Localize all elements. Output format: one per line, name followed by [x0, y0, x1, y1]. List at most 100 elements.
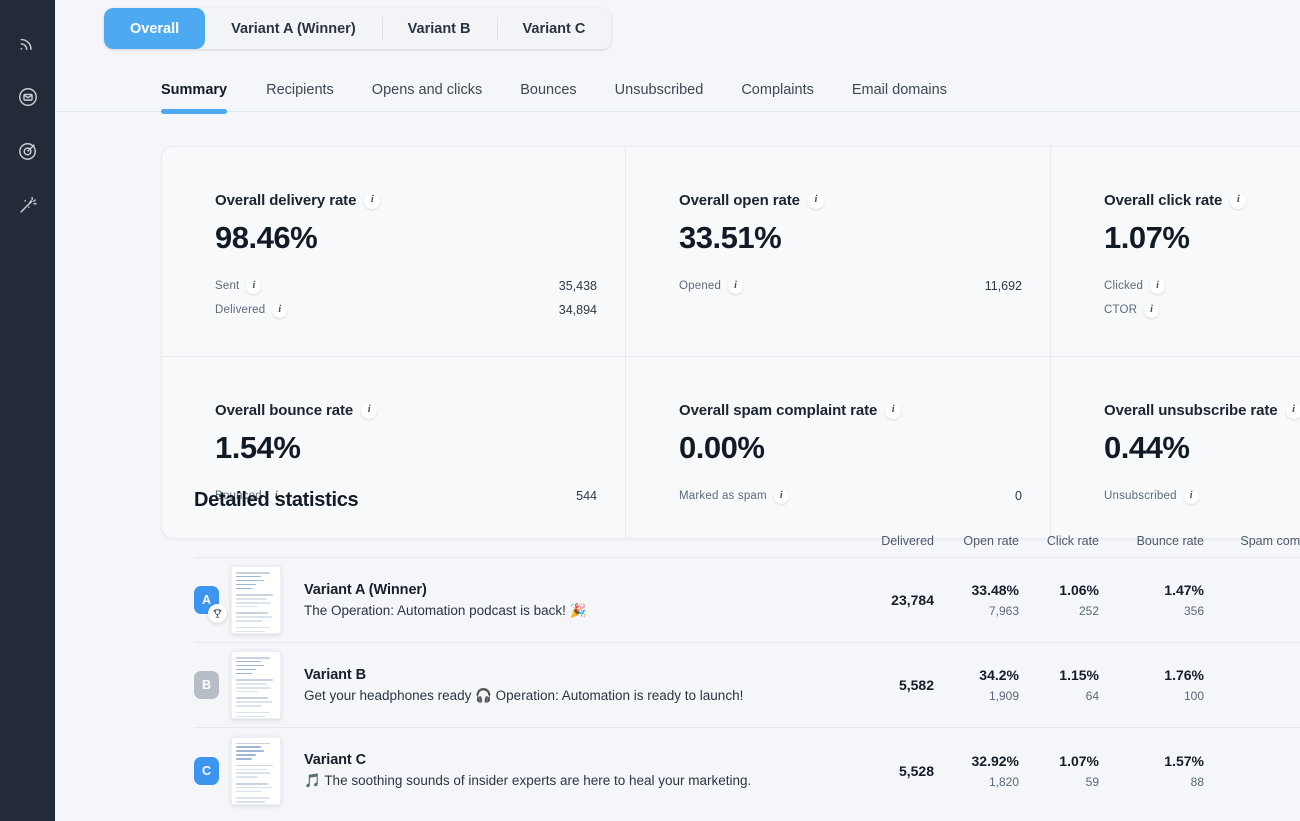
click-rate-value: 1.06% [1019, 582, 1099, 598]
variant-badge-wrap: C [194, 757, 219, 785]
table-row[interactable]: A [194, 558, 1300, 643]
app-root: Overall Variant A (Winner) Variant B Var… [0, 0, 1300, 821]
variant-tab-overall[interactable]: Overall [104, 8, 205, 49]
variant-cell: A [194, 566, 834, 634]
metric-row-label: Opened i [679, 279, 743, 294]
info-icon[interactable]: i [1144, 303, 1159, 318]
variant-badge: C [194, 757, 219, 785]
cell-bounce-rate: 1.76% 100 [1099, 667, 1204, 703]
tab-recipients[interactable]: Recipients [247, 82, 353, 111]
spam-rate-value: 0% [1204, 582, 1300, 598]
info-icon[interactable]: i [1150, 279, 1165, 294]
variant-text: Variant C 🎵 The soothing sounds of insid… [304, 752, 751, 789]
variant-tabs-wrap: Overall Variant A (Winner) Variant B Var… [55, 0, 1300, 49]
metric-title: Overall delivery rate i [215, 192, 597, 209]
metric-row-label: Sent i [215, 279, 261, 294]
cell-bounce-rate: 1.57% 88 [1099, 753, 1204, 789]
trophy-icon [208, 604, 227, 623]
main-content: Overall Variant A (Winner) Variant B Var… [55, 0, 1300, 821]
tab-unsubscribed[interactable]: Unsubscribed [596, 82, 723, 111]
variant-subject: Get your headphones ready 🎧 Operation: A… [304, 688, 743, 704]
metric-row-label-text: Opened [679, 280, 721, 292]
cell-spam-rate: 0% 0 [1204, 753, 1300, 789]
variant-text: Variant A (Winner) The Operation: Automa… [304, 582, 586, 619]
sidebar-item-campaigns[interactable] [0, 124, 55, 178]
cell-spam-rate: 0% 0 [1204, 667, 1300, 703]
metric-title: Overall spam complaint rate i [679, 402, 1022, 419]
col-delivered: Delivered [834, 534, 934, 548]
variant-tab-a[interactable]: Variant A (Winner) [205, 8, 381, 49]
tab-complaints[interactable]: Complaints [722, 82, 833, 111]
col-spam-complaint-rate: Spam complaint rate [1204, 534, 1300, 548]
sidebar-item-automations[interactable] [0, 178, 55, 232]
table-row[interactable]: B Variant B [194, 643, 1300, 728]
email-icon [17, 86, 39, 108]
info-icon[interactable]: i [728, 279, 743, 294]
col-click-rate: Click rate [1019, 534, 1099, 548]
click-rate-value: 1.15% [1019, 667, 1099, 683]
variant-tab-b[interactable]: Variant B [382, 8, 497, 49]
metrics-grid: Overall delivery rate i 98.46% Sent i 35… [162, 147, 1300, 538]
click-rate-value: 1.07% [1019, 753, 1099, 769]
info-icon[interactable]: i [272, 303, 287, 318]
metric-row: Clicked i [1104, 274, 1300, 298]
bounce-rate-value: 1.47% [1099, 582, 1204, 598]
variant-subject: The Operation: Automation podcast is bac… [304, 603, 586, 619]
cell-open-rate: 33.48% 7,963 [934, 582, 1019, 618]
metric-title: Overall click rate i [1104, 192, 1300, 209]
metric-label: Overall unsubscribe rate [1104, 402, 1278, 419]
metric-delivery-rate: Overall delivery rate i 98.46% Sent i 35… [162, 147, 626, 357]
bounce-count: 356 [1099, 604, 1204, 618]
tab-email-domains[interactable]: Email domains [833, 82, 966, 111]
info-icon[interactable]: i [246, 279, 261, 294]
magic-wand-icon [17, 194, 39, 216]
cell-bounce-rate: 1.47% 356 [1099, 582, 1204, 618]
metric-row: CTOR i [1104, 298, 1300, 322]
tab-opens-and-clicks[interactable]: Opens and clicks [353, 82, 501, 111]
variant-cell: C Variant C [194, 737, 834, 805]
metric-rows: Sent i 35,438 Delivered i 34,894 [215, 274, 597, 322]
info-icon[interactable]: i [885, 403, 901, 419]
left-sidebar [0, 0, 55, 821]
variant-tab-c[interactable]: Variant C [497, 8, 612, 49]
email-thumbnail [231, 737, 281, 805]
info-icon[interactable]: i [1286, 403, 1300, 419]
metric-row-value: 34,894 [559, 303, 597, 317]
info-icon[interactable]: i [364, 193, 380, 209]
info-icon[interactable]: i [808, 193, 824, 209]
metric-value: 1.54% [215, 430, 597, 466]
cell-spam-rate: 0% 0 [1204, 582, 1300, 618]
cell-delivered: 23,784 [834, 592, 934, 608]
col-variant [194, 534, 834, 548]
sidebar-item-broadcasts[interactable] [0, 16, 55, 70]
tab-summary[interactable]: Summary [161, 82, 247, 111]
col-open-rate: Open rate [934, 534, 1019, 548]
metric-row: Sent i 35,438 [215, 274, 597, 298]
open-count: 1,820 [934, 775, 1019, 789]
variant-name: Variant C [304, 752, 751, 768]
metric-value: 0.00% [679, 430, 1022, 466]
cell-open-rate: 34.2% 1,909 [934, 667, 1019, 703]
metric-row-label: Delivered i [215, 303, 287, 318]
variant-subject: 🎵 The soothing sounds of insider experts… [304, 773, 751, 789]
tab-bounces[interactable]: Bounces [501, 82, 595, 111]
open-rate-value: 33.48% [934, 582, 1019, 598]
broadcasts-icon [17, 33, 38, 54]
info-icon[interactable]: i [361, 403, 377, 419]
metric-row: Delivered i 34,894 [215, 298, 597, 322]
info-icon[interactable]: i [1230, 193, 1246, 209]
click-count: 59 [1019, 775, 1099, 789]
metric-row-value: 11,692 [985, 279, 1022, 293]
metric-open-rate: Overall open rate i 33.51% Opened i 11,6… [626, 147, 1051, 357]
sidebar-item-email[interactable] [0, 70, 55, 124]
cell-delivered: 5,582 [834, 677, 934, 693]
table-row[interactable]: C Variant C [194, 728, 1300, 813]
variant-cell: B Variant B [194, 651, 834, 719]
metric-rows: Clicked i CTOR i [1104, 274, 1300, 322]
open-count: 7,963 [934, 604, 1019, 618]
cell-click-rate: 1.15% 64 [1019, 667, 1099, 703]
metric-title: Overall open rate i [679, 192, 1022, 209]
email-thumbnail [231, 566, 281, 634]
metric-label: Overall spam complaint rate [679, 402, 877, 419]
email-thumbnail [231, 651, 281, 719]
